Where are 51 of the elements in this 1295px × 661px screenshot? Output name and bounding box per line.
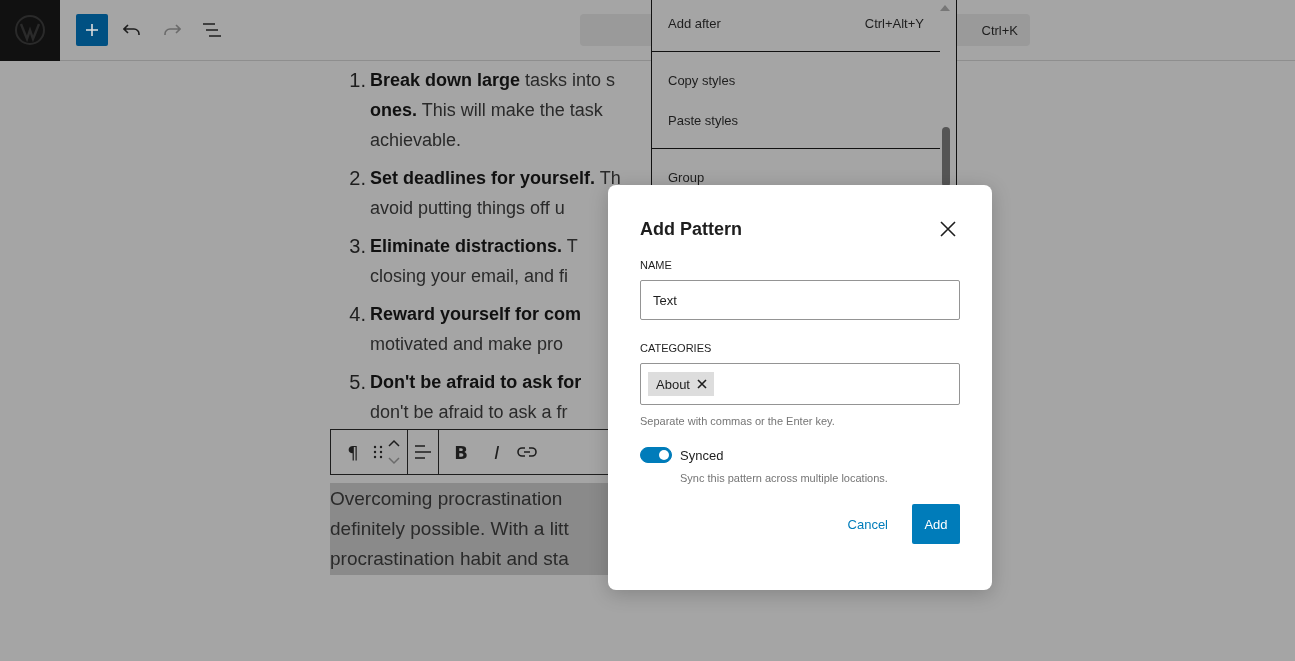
list-item-text: avoid putting things off u — [370, 197, 566, 220]
list-item-text: Don't be afraid to ask for — [370, 371, 582, 394]
logo-icon — [14, 14, 46, 46]
add-button[interactable]: Add — [912, 504, 960, 544]
list-number: 2. — [348, 166, 367, 191]
paragraph-text: procrastination habit and sta — [330, 547, 570, 571]
list-item-text: Break down large tasks into s — [370, 69, 616, 92]
menu-item[interactable]: Add after Ctrl+Alt+Y — [652, 3, 940, 43]
list-number: 1. — [348, 68, 367, 93]
help-text: Sync this pattern across multiple locations. — [680, 472, 889, 484]
list-number: 3. — [348, 234, 367, 259]
list-item-text: ones. This will make the task — [370, 99, 604, 122]
field-label: NAME — [640, 259, 673, 271]
italic-button[interactable]: I — [481, 436, 513, 468]
list-item-text: closing your email, and fi — [370, 265, 570, 288]
paragraph-block[interactable]: Overcoming procrastination definitely possible. With a litt procrastination habit and sta — [330, 483, 608, 575]
remove-icon[interactable] — [696, 378, 708, 390]
list-number: 5. — [348, 370, 367, 395]
list-item-text: achievable. — [370, 129, 463, 152]
dialog-title: Add Pattern — [640, 218, 742, 240]
paragraph-button[interactable]: ¶ — [337, 436, 369, 468]
paragraph-text: Overcoming procrastination — [330, 487, 564, 511]
scrollbar-thumb[interactable] — [942, 127, 950, 187]
bold-button[interactable]: B — [445, 436, 477, 468]
cancel-link[interactable]: Cancel — [847, 516, 888, 532]
list-view-icon — [202, 23, 222, 37]
menu-item[interactable]: Paste styles — [652, 100, 940, 140]
list-number: 4. — [348, 302, 367, 327]
undo-icon — [123, 24, 141, 36]
list-item-text: Eliminate distractions. T — [370, 235, 578, 258]
toggle-label: Synced — [680, 447, 724, 463]
drag-handle-icon[interactable] — [373, 444, 383, 460]
list-item-text: don't be afraid to ask a fr — [370, 401, 569, 424]
move-up-down-icon[interactable] — [387, 438, 401, 466]
redo-icon — [163, 24, 181, 36]
align-icon[interactable] — [414, 444, 432, 460]
paragraph-text: definitely possible. With a litt — [330, 517, 570, 541]
menu-item[interactable]: Copy styles — [652, 60, 940, 100]
category-token: About — [648, 372, 714, 396]
logo-tile[interactable] — [0, 0, 60, 61]
list-item-text: motivated and make pro — [370, 333, 565, 356]
link-icon[interactable] — [517, 446, 537, 458]
list-item-text: Reward yourself for com — [370, 303, 582, 326]
help-text: Separate with commas or the Enter key. — [640, 415, 836, 427]
plus-icon — [85, 23, 99, 37]
name-field[interactable]: Text — [640, 280, 960, 320]
list-item-text: Set deadlines for yourself. Th — [370, 167, 621, 190]
categories-field[interactable]: About — [640, 363, 960, 405]
synced-toggle[interactable] — [640, 447, 672, 463]
field-label: CATEGORIES — [640, 342, 713, 354]
inserter-button[interactable] — [76, 14, 108, 46]
